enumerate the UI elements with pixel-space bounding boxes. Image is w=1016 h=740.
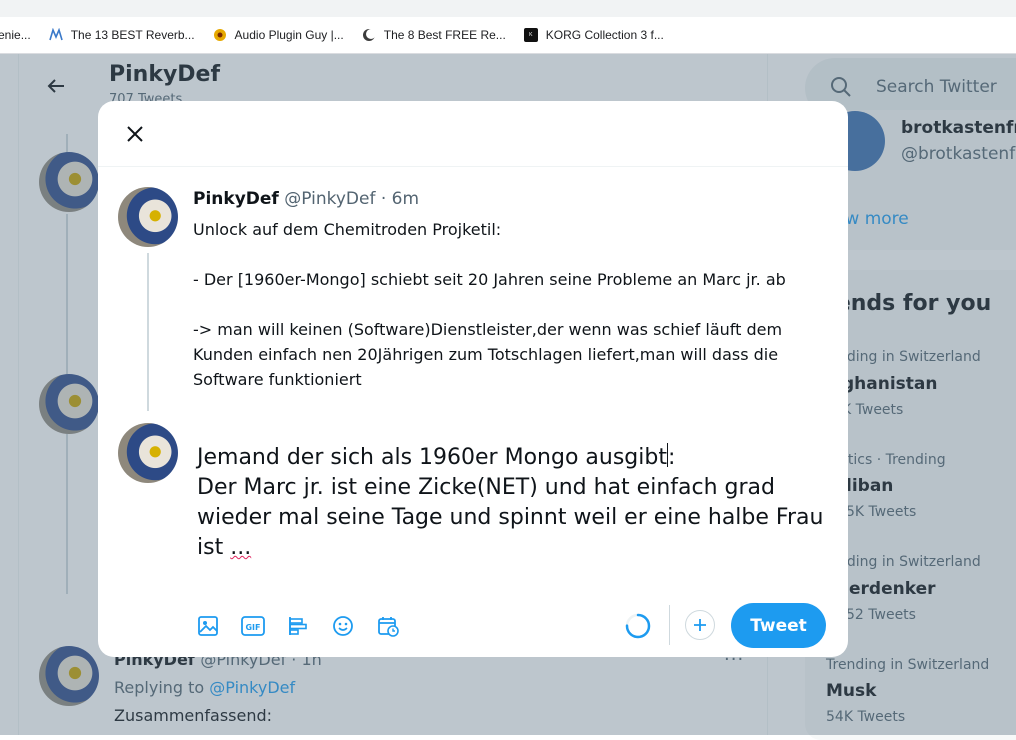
bookmark-item[interactable]: The 8 Best FREE Re... — [362, 28, 506, 42]
divider — [98, 166, 848, 167]
apg-logo-icon — [213, 28, 227, 42]
spellcheck-word: ... — [230, 535, 252, 560]
schedule-button[interactable] — [373, 611, 403, 641]
schedule-icon — [378, 617, 399, 637]
bookmark-item[interactable]: K KORG Collection 3 f... — [523, 28, 664, 42]
emoji-button[interactable] — [328, 611, 358, 641]
bookmark-label: KORG Collection 3 f... — [545, 28, 664, 42]
bookmark-item[interactable]: Audio Plugin Guy |... — [213, 28, 344, 42]
bookmark-label: The 8 Best FREE Re... — [383, 28, 506, 42]
media-button[interactable] — [193, 611, 223, 641]
avatar — [118, 423, 178, 483]
quoted-line: - Der [1960er-Mongo] schiebt seit 20 Jah… — [193, 270, 786, 289]
reply-modal: PinkyDef @PinkyDef · 6m Unlock auf dem C… — [98, 101, 848, 657]
poll-button[interactable] — [283, 611, 313, 641]
quoted-tweet-header: PinkyDef @PinkyDef · 6m — [193, 189, 419, 209]
avatar — [118, 187, 178, 247]
bookmark-label: enie... — [0, 28, 31, 42]
add-tweet-button[interactable] — [685, 610, 715, 640]
compose-text: Der Marc jr. ist eine Zicke(NET) und hat… — [197, 475, 824, 560]
svg-text:GIF: GIF — [245, 623, 260, 632]
quoted-time: 6m — [391, 189, 420, 209]
gif-icon: GIF — [241, 616, 265, 636]
quoted-handle: @PinkyDef — [284, 189, 376, 209]
emoji-icon — [333, 616, 353, 636]
gif-button[interactable]: GIF — [238, 611, 268, 641]
quoted-author: PinkyDef — [193, 189, 279, 209]
close-button[interactable] — [118, 117, 152, 151]
thread-line — [147, 253, 149, 411]
bookmark-item[interactable]: enie... — [0, 28, 31, 42]
close-icon — [127, 126, 143, 142]
tweet-button[interactable]: Tweet — [731, 603, 826, 648]
poll-icon — [289, 617, 307, 635]
bookmarks-bar: enie... The 13 BEST Reverb... Audio Plug… — [0, 17, 1016, 54]
m-logo-icon — [48, 27, 63, 42]
korg-logo-icon: K — [523, 28, 538, 42]
quoted-line: Unlock auf dem Chemitroden Projketil: — [193, 220, 502, 239]
bookmark-label: Audio Plugin Guy |... — [234, 28, 344, 42]
image-icon — [198, 616, 218, 636]
quoted-tweet-body: Unlock auf dem Chemitroden Projketil: - … — [193, 217, 823, 392]
quoted-line: -> man will keinen (Software)Dienstleist… — [193, 320, 783, 389]
compose-text: : — [667, 445, 676, 470]
character-progress-ring — [625, 613, 651, 639]
compose-text: Jemand der sich als 1960er Mongo ausgibt — [197, 445, 667, 470]
bookmark-item[interactable]: The 13 BEST Reverb... — [48, 27, 195, 42]
bookmark-label: The 13 BEST Reverb... — [70, 28, 195, 42]
compose-textarea[interactable]: Jemand der sich als 1960er Mongo ausgibt… — [197, 443, 837, 563]
separator-dot: · — [380, 189, 387, 209]
plus-icon — [694, 619, 706, 631]
compose-toolbar: GIF — [193, 611, 418, 641]
browser-tab-strip — [0, 0, 1016, 17]
toolbar-divider — [669, 605, 670, 645]
moon-logo-icon — [362, 28, 376, 42]
